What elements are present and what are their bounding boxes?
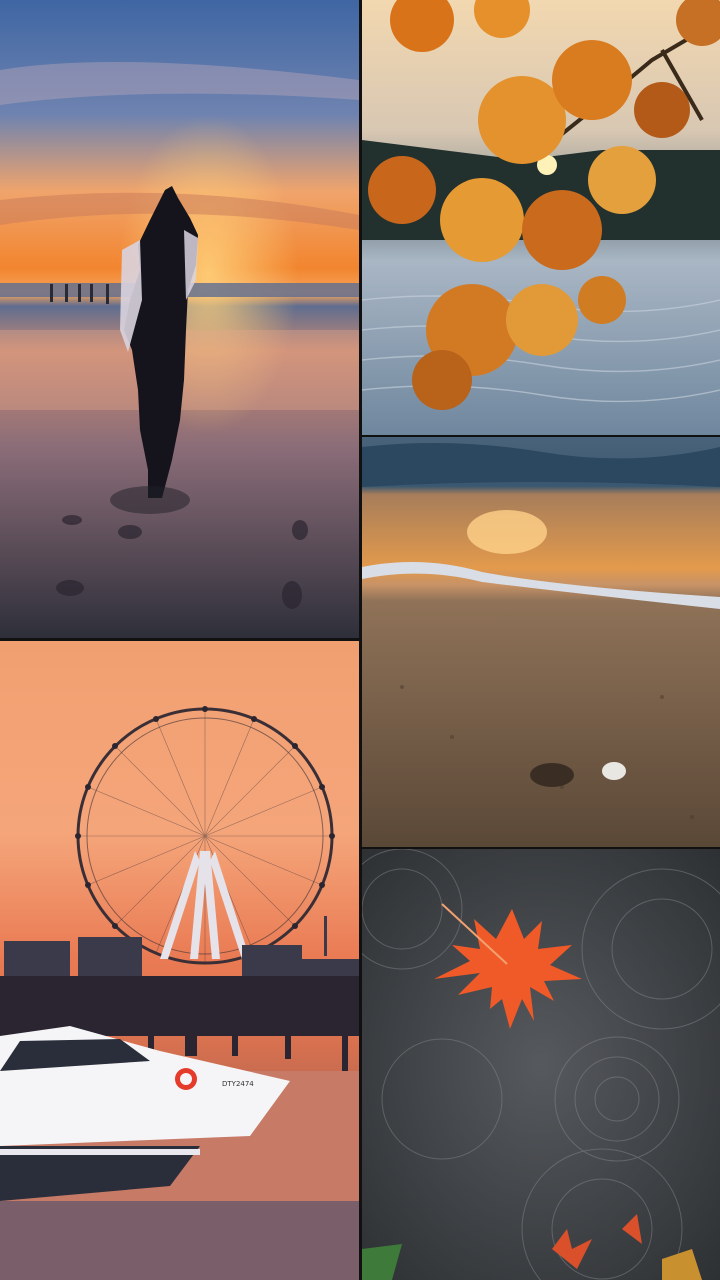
boat-registration: DTY2474: [222, 1080, 254, 1088]
photo-beach-silhouette: [0, 0, 359, 638]
photo-ferris-wheel-marina: DTY2474: [0, 641, 359, 1280]
photo-collage: DTY2474: [0, 0, 720, 1280]
photo-red-leaf-puddle: [362, 849, 720, 1280]
photo-autumn-maple-lake: [362, 0, 720, 435]
photo-shoreline-wave: [362, 437, 720, 847]
